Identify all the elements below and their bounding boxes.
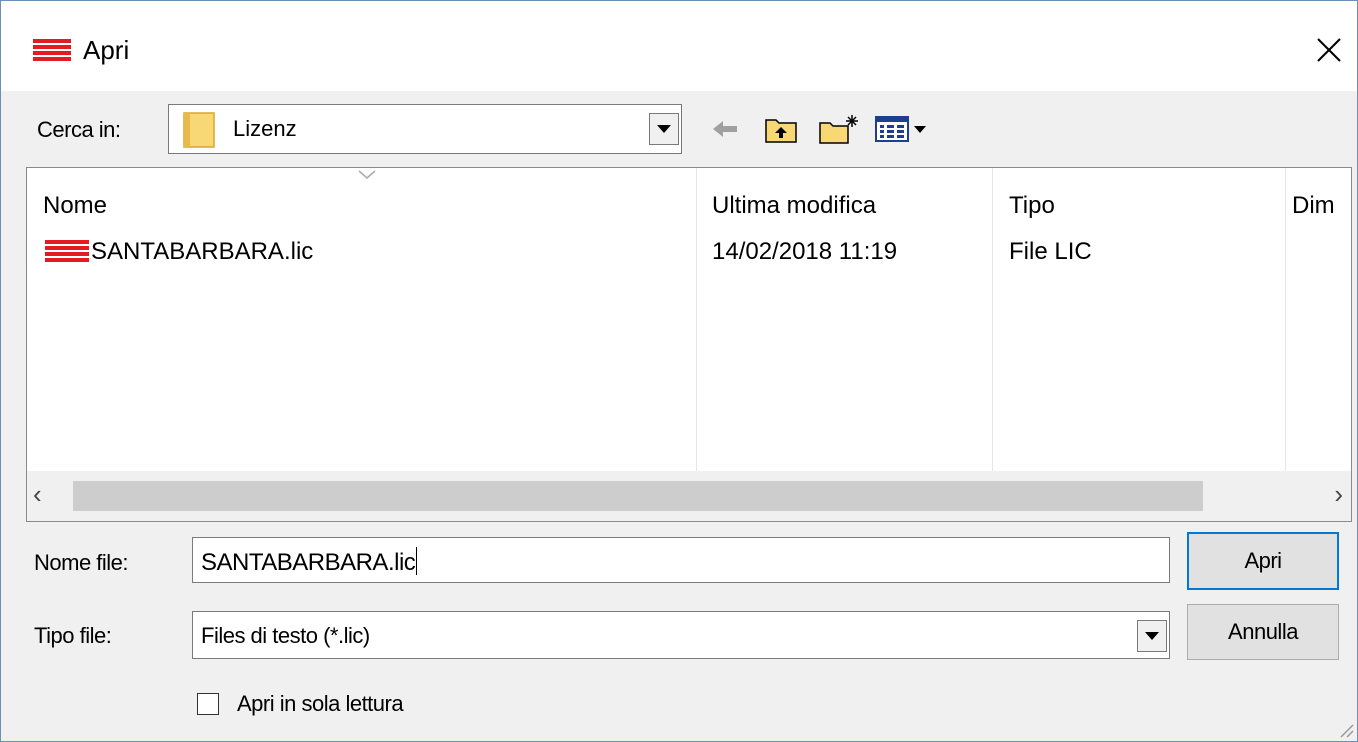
horizontal-scrollbar[interactable]: ‹ › [27, 471, 1351, 521]
app-icon [33, 39, 71, 65]
up-folder-button[interactable] [761, 109, 801, 149]
filename-input[interactable]: SANTABARBARA.lic [192, 537, 1170, 583]
lookin-dropdown-button[interactable] [649, 113, 679, 145]
column-header-size[interactable]: Dim [1292, 192, 1335, 220]
lookin-combo[interactable]: Lizenz [168, 104, 682, 154]
column-divider [1285, 168, 1286, 474]
column-header-modified[interactable]: Ultima modifica [712, 192, 876, 220]
lookin-value: Lizenz [233, 116, 297, 141]
readonly-label[interactable]: Apri in sola lettura [237, 691, 404, 717]
close-icon [1317, 38, 1341, 62]
file-modified: 14/02/2018 11:19 [712, 238, 898, 265]
folder-icon [183, 112, 215, 148]
filename-label: Nome file: [34, 550, 129, 575]
view-menu-icon [875, 116, 926, 142]
filetype-dropdown-button[interactable] [1137, 620, 1167, 652]
new-folder-button[interactable] [816, 109, 862, 149]
chevron-down-icon [1145, 632, 1159, 640]
text-caret [416, 547, 418, 575]
scrollbar-thumb[interactable] [73, 481, 1203, 511]
open-button[interactable]: Apri [1187, 532, 1339, 590]
open-dialog: Apri Cerca in: Lizenz Nome Ultima modifi… [0, 0, 1358, 742]
window-title: Apri [83, 35, 130, 65]
back-arrow-icon [713, 121, 737, 137]
file-name: SANTABARBARA.lic [91, 238, 314, 265]
close-button[interactable] [1306, 27, 1352, 73]
column-header-type[interactable]: Tipo [1009, 192, 1055, 220]
view-menu-button[interactable] [873, 109, 935, 149]
back-button[interactable] [707, 109, 745, 149]
lookin-label: Cerca in: [37, 117, 121, 142]
up-folder-icon [765, 119, 797, 143]
new-folder-icon [819, 115, 858, 144]
chevron-down-icon [657, 125, 671, 133]
resize-grip-icon[interactable] [1337, 721, 1355, 739]
filetype-label: Tipo file: [34, 623, 112, 648]
scroll-right-icon[interactable]: › [1334, 479, 1343, 510]
file-row[interactable]: SANTABARBARA.lic 14/02/2018 11:19 File L… [27, 226, 1351, 270]
column-divider [696, 168, 697, 474]
readonly-checkbox[interactable] [197, 693, 219, 715]
column-header-name[interactable]: Nome [43, 192, 107, 220]
scroll-left-icon[interactable]: ‹ [33, 479, 42, 510]
column-divider [992, 168, 993, 474]
file-list[interactable]: Nome Ultima modifica Tipo Dim SANTABARBA… [26, 167, 1352, 522]
filetype-value: Files di testo (*.lic) [201, 623, 370, 648]
file-type: File LIC [1009, 238, 1092, 265]
filetype-select[interactable]: Files di testo (*.lic) [192, 611, 1170, 659]
sort-chevron-icon [358, 170, 376, 179]
title-bar: Apri [1, 1, 1357, 91]
red-stripes-icon [45, 240, 89, 266]
filename-value: SANTABARBARA.lic [201, 547, 418, 576]
cancel-button[interactable]: Annulla [1187, 604, 1339, 660]
